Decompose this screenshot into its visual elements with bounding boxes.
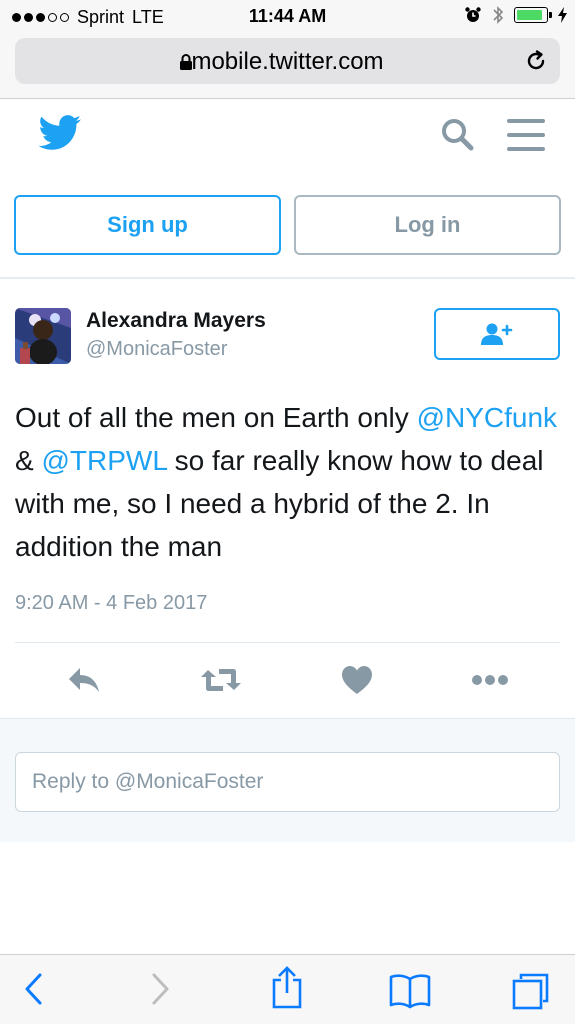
avatar[interactable] — [15, 308, 71, 364]
alarm-icon — [465, 7, 481, 22]
charging-icon — [558, 7, 567, 23]
tweet-timestamp[interactable]: 9:20 AM - 4 Feb 2017 — [15, 592, 207, 615]
bluetooth-icon — [493, 6, 504, 24]
mention-link[interactable]: @NYCfunk — [417, 402, 557, 433]
status-bar: Sprint LTE 11:44 AM — [0, 0, 575, 34]
search-icon[interactable] — [440, 117, 476, 153]
back-icon[interactable] — [20, 971, 46, 1007]
author-handle[interactable]: @MonicaFoster — [86, 338, 227, 361]
tweet-text-part: & — [15, 445, 42, 476]
follow-button[interactable] — [434, 308, 560, 360]
battery-icon — [514, 7, 552, 23]
menu-icon[interactable] — [507, 119, 545, 151]
reply-section: Reply to @MonicaFoster — [0, 718, 575, 842]
tweet-text: Out of all the men on Earth only @NYCfun… — [15, 396, 563, 568]
reply-icon[interactable] — [66, 664, 102, 696]
author-name[interactable]: Alexandra Mayers — [86, 309, 266, 333]
bookmarks-icon[interactable] — [388, 971, 432, 1009]
signup-button[interactable]: Sign up — [14, 195, 281, 255]
tweet-text-part: Out of all the men on Earth only — [15, 402, 417, 433]
section-divider — [0, 277, 575, 279]
auth-buttons: Sign up Log in — [14, 195, 561, 255]
url-text: mobile.twitter.com — [191, 48, 384, 75]
twitter-header — [0, 99, 575, 177]
tabs-icon[interactable] — [511, 971, 551, 1011]
like-icon[interactable] — [340, 664, 374, 696]
address-bar[interactable]: mobile.twitter.com — [15, 38, 560, 84]
twitter-bird-icon[interactable] — [38, 115, 82, 151]
share-icon[interactable] — [269, 965, 305, 1009]
retweet-icon[interactable] — [199, 664, 243, 696]
more-options-icon[interactable] — [470, 664, 510, 696]
login-button[interactable]: Log in — [294, 195, 561, 255]
actions-divider — [15, 642, 560, 643]
forward-icon[interactable] — [148, 971, 174, 1007]
follow-user-icon — [481, 323, 513, 345]
reply-input[interactable]: Reply to @MonicaFoster — [15, 752, 560, 812]
reload-icon[interactable] — [524, 49, 548, 73]
avatar-image — [15, 308, 71, 364]
mention-link[interactable]: @TRPWL — [41, 445, 166, 476]
status-icons — [464, 5, 567, 25]
browser-toolbar — [0, 954, 575, 1024]
browser-address-area: mobile.twitter.com — [0, 34, 575, 99]
